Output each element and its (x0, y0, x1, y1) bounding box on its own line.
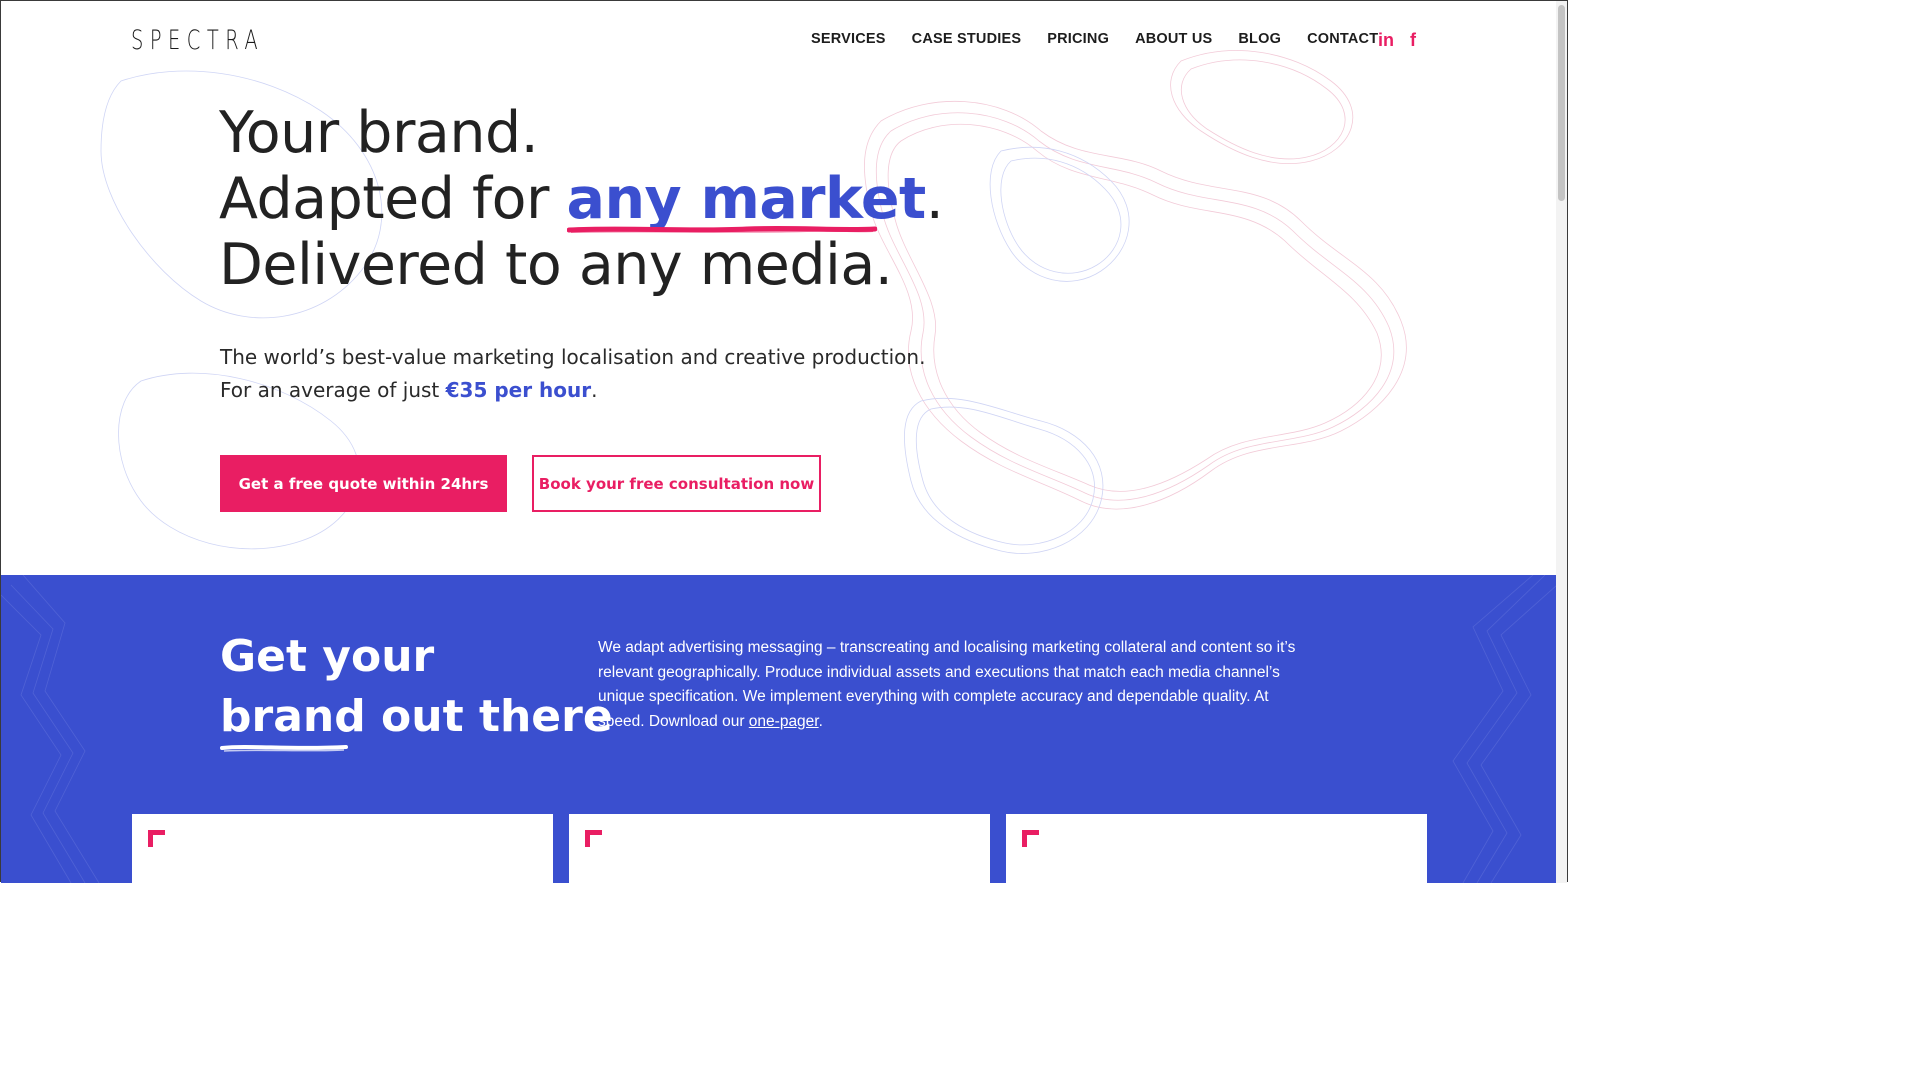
band-underlined-text: brand (220, 691, 366, 742)
sub-line-2-suffix: . (591, 378, 598, 402)
nav-item-services[interactable]: SERVICES (811, 31, 886, 47)
hero-headline: Your brand. Adapted for any market. Deli… (219, 100, 944, 298)
band-title-underlined-word: brand (220, 687, 366, 752)
headline-accent-text: any market (566, 166, 927, 232)
band-text-body: We adapt advertising messaging – transcr… (598, 639, 1296, 730)
band-title-rest: out there (365, 691, 613, 742)
sub-line-2-prefix: For an average of just (220, 378, 446, 402)
headline-line-2-prefix: Adapted for (219, 166, 567, 232)
brush-underline (566, 225, 877, 233)
book-consultation-button[interactable]: Book your free consultation now (532, 455, 821, 512)
one-pager-link[interactable]: one-pager (749, 713, 819, 730)
band-title-line-1: Get your (220, 631, 435, 682)
nav-item-case-studies[interactable]: CASE STUDIES (912, 31, 1022, 47)
social-links: in f (1378, 28, 1416, 52)
nav-item-pricing[interactable]: PRICING (1047, 31, 1109, 47)
hero-section: SPECTRA SERVICES CASE STUDIES PRICING AB… (1, 1, 1557, 575)
brand-section-title: Get your brand out there (220, 627, 613, 752)
scrollbar-thumb[interactable] (1558, 5, 1565, 201)
nav-item-blog[interactable]: BLOG (1238, 31, 1281, 47)
free-quote-button[interactable]: Get a free quote within 24hrs (220, 455, 507, 512)
facebook-icon[interactable]: f (1410, 28, 1416, 52)
hero-subheading: The world’s best-value marketing localis… (220, 341, 925, 407)
corner-bracket-icon (585, 830, 602, 847)
headline-line-1: Your brand. (219, 100, 539, 166)
corner-bracket-icon (1022, 830, 1039, 847)
white-brush-underline (220, 745, 348, 752)
brand-section-description: We adapt advertising messaging – transcr… (598, 636, 1318, 734)
headline-line-3: Delivered to any media. (219, 232, 893, 298)
feature-card-3[interactable] (1006, 814, 1427, 883)
headline-accent: any market (566, 166, 927, 233)
sub-line-1: The world’s best-value marketing localis… (220, 345, 926, 369)
feature-card-2[interactable] (569, 814, 990, 883)
headline-line-2-suffix: . (925, 166, 944, 232)
nav-item-contact[interactable]: CONTACT (1307, 31, 1378, 47)
linkedin-icon[interactable]: in (1378, 28, 1394, 52)
price-highlight: €35 per hour (445, 378, 592, 402)
main-nav: SERVICES CASE STUDIES PRICING ABOUT US B… (811, 31, 1378, 47)
brand-section: Get your brand out there We adapt advert… (1, 575, 1557, 883)
feature-card-1[interactable] (132, 814, 553, 883)
nav-item-about-us[interactable]: ABOUT US (1135, 31, 1212, 47)
spectra-logo[interactable]: SPECTRA (131, 25, 264, 56)
page-scrollbar[interactable] (1556, 1, 1567, 883)
corner-bracket-icon (148, 830, 165, 847)
band-text-end: . (818, 712, 823, 730)
